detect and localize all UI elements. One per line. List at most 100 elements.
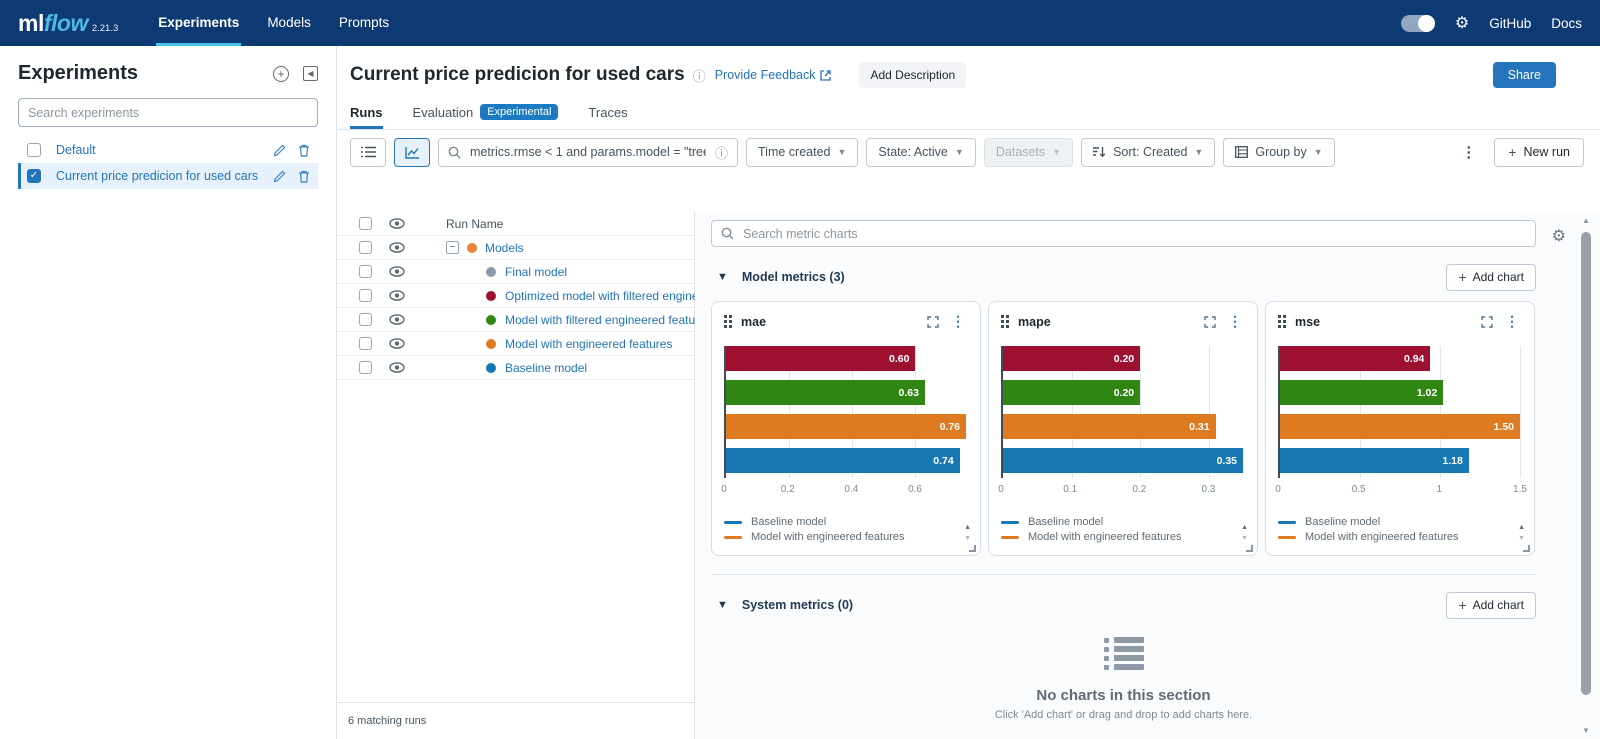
legend-item[interactable]: Model with engineered features — [724, 530, 950, 545]
resize-handle[interactable] — [1246, 545, 1253, 552]
run-checkbox[interactable] — [359, 289, 372, 302]
delete-trash-icon[interactable] — [298, 144, 310, 157]
run-group-label[interactable]: Models — [485, 241, 524, 255]
drag-handle-icon[interactable] — [1278, 315, 1286, 328]
drag-handle-icon[interactable] — [1001, 315, 1009, 328]
scrollbar-up-arrow[interactable]: ▲ — [1578, 216, 1594, 225]
experiment-checkbox[interactable] — [27, 143, 41, 157]
scroll-up-icon[interactable]: ▲ — [1241, 524, 1248, 531]
add-description-button[interactable]: Add Description — [859, 62, 966, 88]
github-link[interactable]: GitHub — [1489, 16, 1531, 31]
chart-kebab-menu[interactable]: ⋮ — [1225, 313, 1245, 330]
x-tick-label: 0.3 — [1201, 484, 1215, 495]
logo-flow-text: flow — [44, 10, 88, 37]
experiment-search-input[interactable] — [18, 98, 318, 127]
scroll-down-icon[interactable]: ▼ — [1518, 535, 1525, 542]
chevron-down-icon[interactable]: ▼ — [717, 599, 728, 611]
sort-filter[interactable]: Sort: Created▼ — [1081, 138, 1215, 167]
theme-toggle[interactable] — [1401, 15, 1435, 32]
legend-item[interactable]: Model with engineered features — [1278, 530, 1504, 545]
collapse-sidebar-icon[interactable]: ◀ — [303, 66, 318, 81]
tab-traces[interactable]: Traces — [588, 105, 627, 129]
legend-item[interactable]: Baseline model — [1001, 515, 1227, 530]
run-checkbox[interactable] — [359, 337, 372, 350]
scroll-down-icon[interactable]: ▼ — [1241, 535, 1248, 542]
nav-tab-experiments[interactable]: Experiments — [144, 0, 253, 46]
experiment-item-current[interactable]: ✓ Current price predicion for used cars — [18, 163, 318, 189]
experiment-label[interactable]: Default — [56, 143, 273, 157]
info-icon[interactable]: ⓘ — [693, 66, 706, 85]
metric-chart-search-input[interactable] — [741, 226, 1526, 242]
model-metrics-label[interactable]: Model metrics (3) — [742, 270, 845, 284]
experiment-checkbox-checked[interactable]: ✓ — [27, 169, 41, 183]
visibility-eye-icon[interactable] — [389, 314, 405, 325]
mlflow-logo[interactable]: mlflow 2.21.3 — [18, 10, 118, 37]
docs-link[interactable]: Docs — [1551, 16, 1582, 31]
add-chart-button[interactable]: + Add chart — [1446, 592, 1536, 619]
add-chart-button[interactable]: + Add chart — [1446, 264, 1536, 291]
expand-chart-icon[interactable] — [1481, 316, 1493, 328]
scrollbar-down-arrow[interactable]: ▼ — [1578, 726, 1594, 735]
drag-handle-icon[interactable] — [724, 315, 732, 328]
settings-gear-icon[interactable]: ⚙ — [1455, 13, 1469, 33]
page-title: Current price predicion for used cars — [350, 64, 685, 86]
chart-settings-gear-icon[interactable]: ⚙ — [1552, 226, 1566, 246]
legend-item[interactable]: Baseline model — [724, 515, 950, 530]
toolbar-kebab-menu[interactable]: ⋮ — [1451, 143, 1486, 161]
visibility-eye-icon[interactable] — [389, 362, 405, 373]
run-name-link[interactable]: Model with engineered features — [505, 337, 672, 351]
legend-scroll-arrows: ▲ ▼ — [1241, 524, 1248, 542]
chart-kebab-menu[interactable]: ⋮ — [948, 313, 968, 330]
visibility-eye-icon[interactable] — [389, 338, 405, 349]
resize-handle[interactable] — [969, 545, 976, 552]
legend-item[interactable]: Baseline model — [1278, 515, 1504, 530]
tab-evaluation[interactable]: Evaluation Experimental — [413, 104, 559, 129]
scroll-up-icon[interactable]: ▲ — [964, 524, 971, 531]
run-name-link[interactable]: Final model — [505, 265, 567, 279]
runs-query-input[interactable] — [468, 144, 708, 160]
visibility-eye-icon[interactable] — [389, 290, 405, 301]
x-tick-label: 0.2 — [1132, 484, 1146, 495]
experiment-label[interactable]: Current price predicion for used cars — [56, 169, 273, 183]
experiment-item-default[interactable]: Default — [18, 137, 318, 163]
edit-pencil-icon[interactable] — [273, 144, 286, 157]
visibility-eye-icon[interactable] — [389, 218, 405, 229]
run-checkbox[interactable] — [359, 361, 372, 374]
edit-pencil-icon[interactable] — [273, 170, 286, 183]
delete-trash-icon[interactable] — [298, 170, 310, 183]
chart-kebab-menu[interactable]: ⋮ — [1502, 313, 1522, 330]
nav-tab-prompts[interactable]: Prompts — [325, 0, 403, 46]
run-name-link[interactable]: Baseline model — [505, 361, 587, 375]
provide-feedback-link[interactable]: Provide Feedback — [715, 68, 832, 82]
scroll-down-icon[interactable]: ▼ — [964, 535, 971, 542]
new-run-button[interactable]: + New run — [1494, 138, 1584, 167]
tab-runs[interactable]: Runs — [350, 105, 383, 129]
state-filter[interactable]: State: Active▼ — [866, 138, 975, 167]
scroll-up-icon[interactable]: ▲ — [1518, 524, 1525, 531]
nav-tab-models[interactable]: Models — [253, 0, 325, 46]
collapse-group-icon[interactable]: − — [446, 241, 459, 254]
resize-handle[interactable] — [1523, 545, 1530, 552]
chart-view-button[interactable] — [394, 138, 430, 167]
group-by-filter[interactable]: Group by▼ — [1223, 138, 1334, 167]
visibility-eye-icon[interactable] — [389, 242, 405, 253]
query-info-icon[interactable]: ⓘ — [715, 143, 728, 162]
system-metrics-label[interactable]: System metrics (0) — [742, 598, 853, 612]
run-name-column-header[interactable]: Run Name — [446, 217, 503, 231]
bar: 0.63 — [726, 380, 925, 405]
visibility-eye-icon[interactable] — [389, 266, 405, 277]
run-checkbox[interactable] — [359, 313, 372, 326]
legend-item[interactable]: Model with engineered features — [1001, 530, 1227, 545]
scrollbar-thumb[interactable] — [1581, 232, 1591, 695]
time-created-filter[interactable]: Time created▼ — [746, 138, 858, 167]
new-experiment-icon[interactable]: + — [273, 66, 289, 82]
run-checkbox[interactable] — [359, 241, 372, 254]
share-button[interactable]: Share — [1493, 62, 1556, 88]
chevron-down-icon[interactable]: ▼ — [717, 271, 728, 283]
run-checkbox[interactable] — [359, 265, 372, 278]
run-name-link[interactable]: Model with filtered engineered features — [505, 313, 712, 327]
expand-chart-icon[interactable] — [927, 316, 939, 328]
expand-chart-icon[interactable] — [1204, 316, 1216, 328]
select-all-checkbox[interactable] — [359, 217, 372, 230]
list-view-button[interactable] — [350, 138, 386, 167]
